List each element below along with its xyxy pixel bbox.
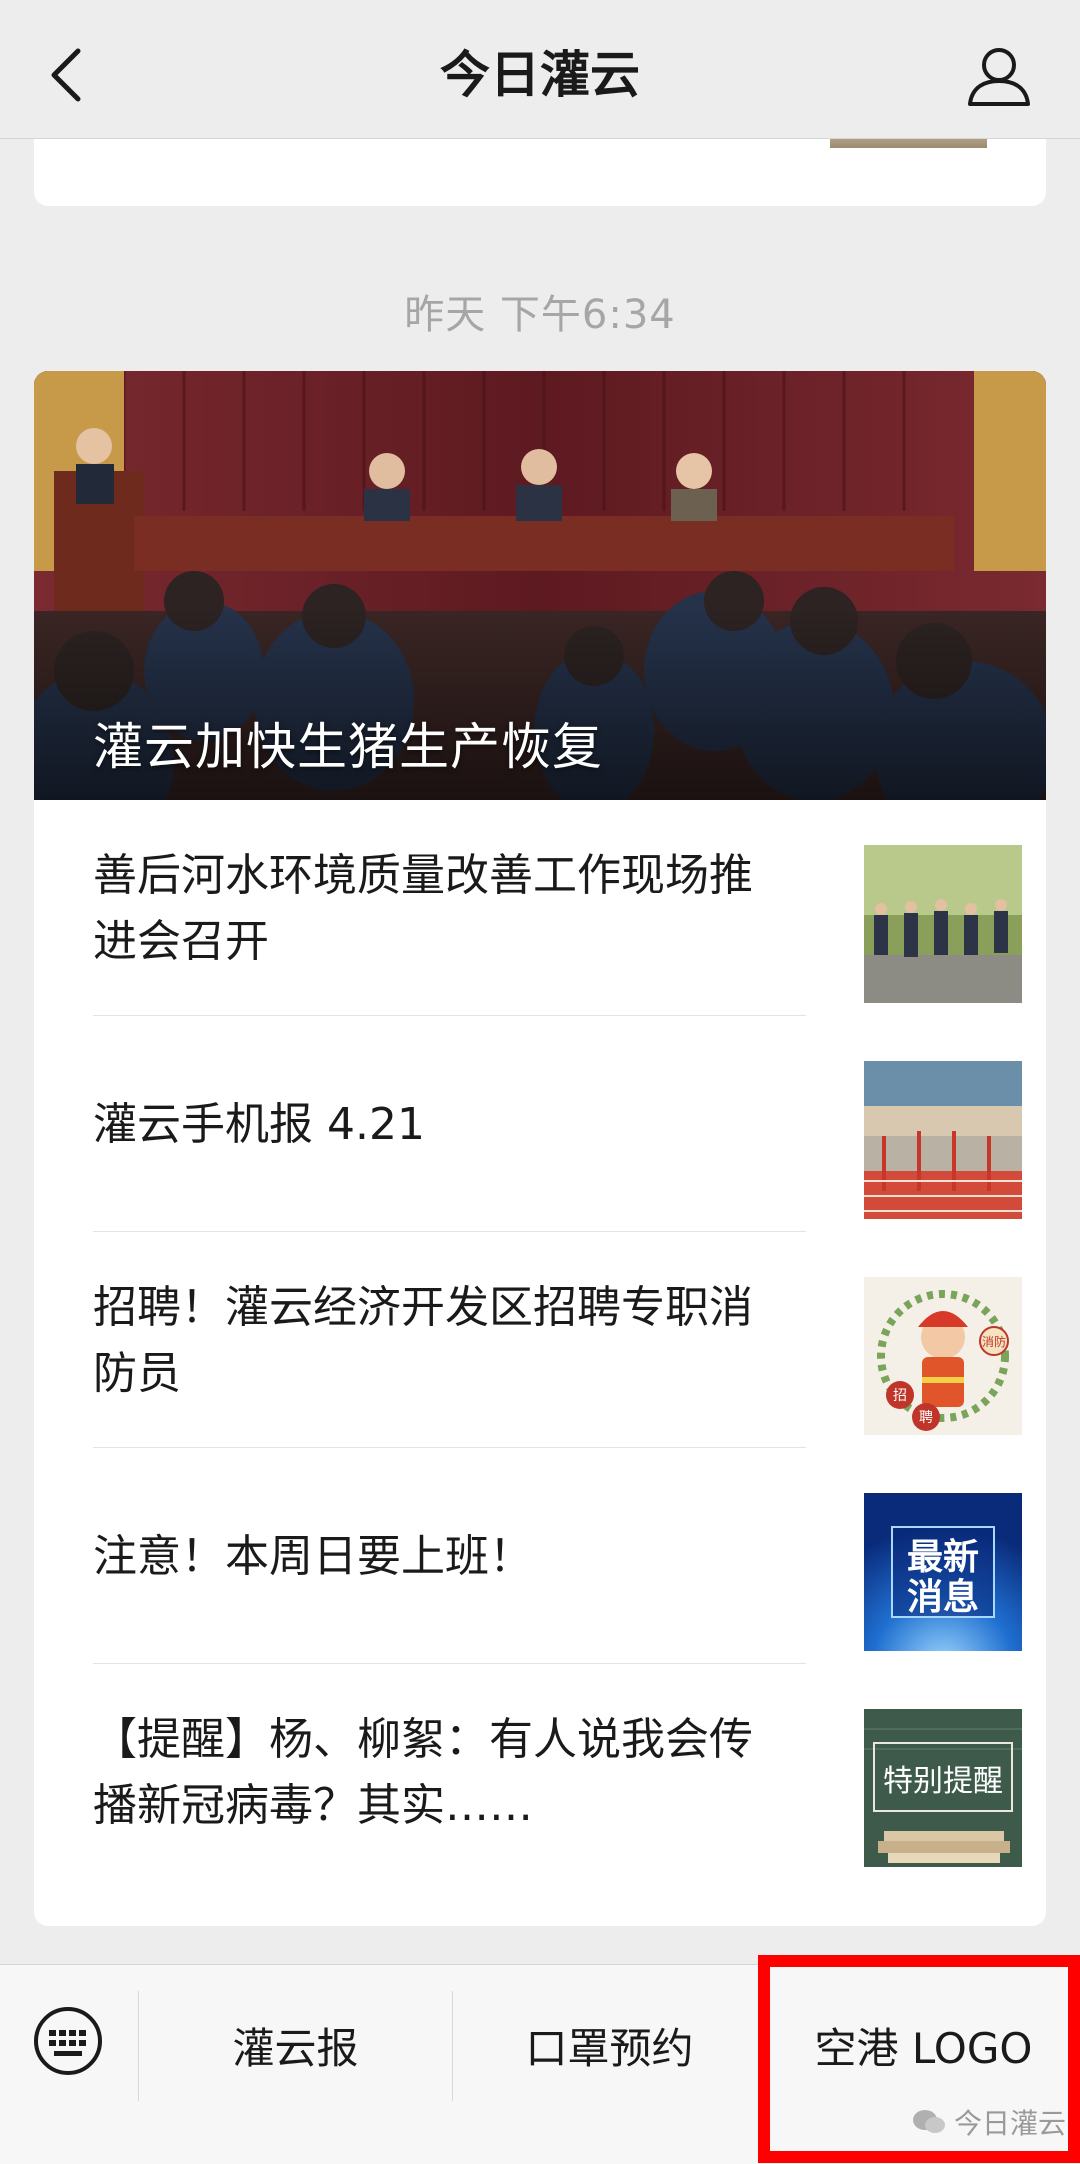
thumb-text-line2: 消息 (907, 1577, 979, 1618)
list-item[interactable]: 灌云手机报 4.21 (93, 1016, 1046, 1232)
article-title: 灌云手机报 4.21 (93, 1099, 425, 1150)
top-nav: 今日灌云 (0, 0, 1080, 139)
article-thumbnail: 最新 消息 (864, 1493, 1022, 1651)
hero-article[interactable]: 灌云加快生猪生产恢复 (34, 371, 1046, 800)
message-timestamp: 昨天 下午6:34 (404, 292, 676, 338)
badge-pin-text: 聘 (919, 1410, 933, 1426)
article-title: 招聘！灌云经济开发区招聘专职消防员 (93, 1282, 753, 1399)
page-title: 今日灌云 (440, 46, 640, 104)
thumb-text: 特别提醒 (883, 1764, 1003, 1799)
article-thumbnail: 特别提醒 (864, 1709, 1022, 1867)
article-card: 灌云加快生猪生产恢复 善后河水环境质量改善工作现场推进会召开 灌云手机报 4.2… (34, 371, 1046, 1926)
hero-article-title: 灌云加快生猪生产恢复 (93, 718, 603, 776)
list-item[interactable]: 善后河水环境质量改善工作现场推进会召开 (93, 800, 1046, 1016)
article-thumbnail: 消防 招 聘 (864, 1277, 1022, 1435)
badge-fire-text: 消防 (982, 1334, 1006, 1349)
user-icon[interactable] (966, 46, 1032, 106)
list-item[interactable]: 【提醒】杨、柳絮：有人说我会传播新冠病毒？其实…… 特别提醒 (93, 1664, 1046, 1880)
badge-zhao-text: 招 (893, 1388, 907, 1404)
keyboard-icon[interactable] (32, 2005, 104, 2077)
menu-item-mask-booking[interactable]: 口罩预约 (453, 1965, 766, 2105)
list-item[interactable]: 注意！本周日要上班！ 最新 消息 (93, 1448, 1046, 1664)
list-item[interactable]: 招聘！灌云经济开发区招聘专职消防员 消防 招 聘 (93, 1232, 1046, 1448)
article-title: 注意！本周日要上班！ (93, 1531, 533, 1582)
article-title: 善后河水环境质量改善工作现场推进会召开 (93, 850, 753, 967)
article-thumbnail (864, 1061, 1022, 1219)
highlight-box (758, 1955, 1080, 2163)
article-thumbnail (864, 845, 1022, 1003)
article-title: 【提醒】杨、柳絮：有人说我会传播新冠病毒？其实…… (93, 1714, 753, 1831)
menu-item-guanyun-news[interactable]: 灌云报 (139, 1965, 452, 2105)
thumb-text-line1: 最新 (907, 1537, 979, 1578)
